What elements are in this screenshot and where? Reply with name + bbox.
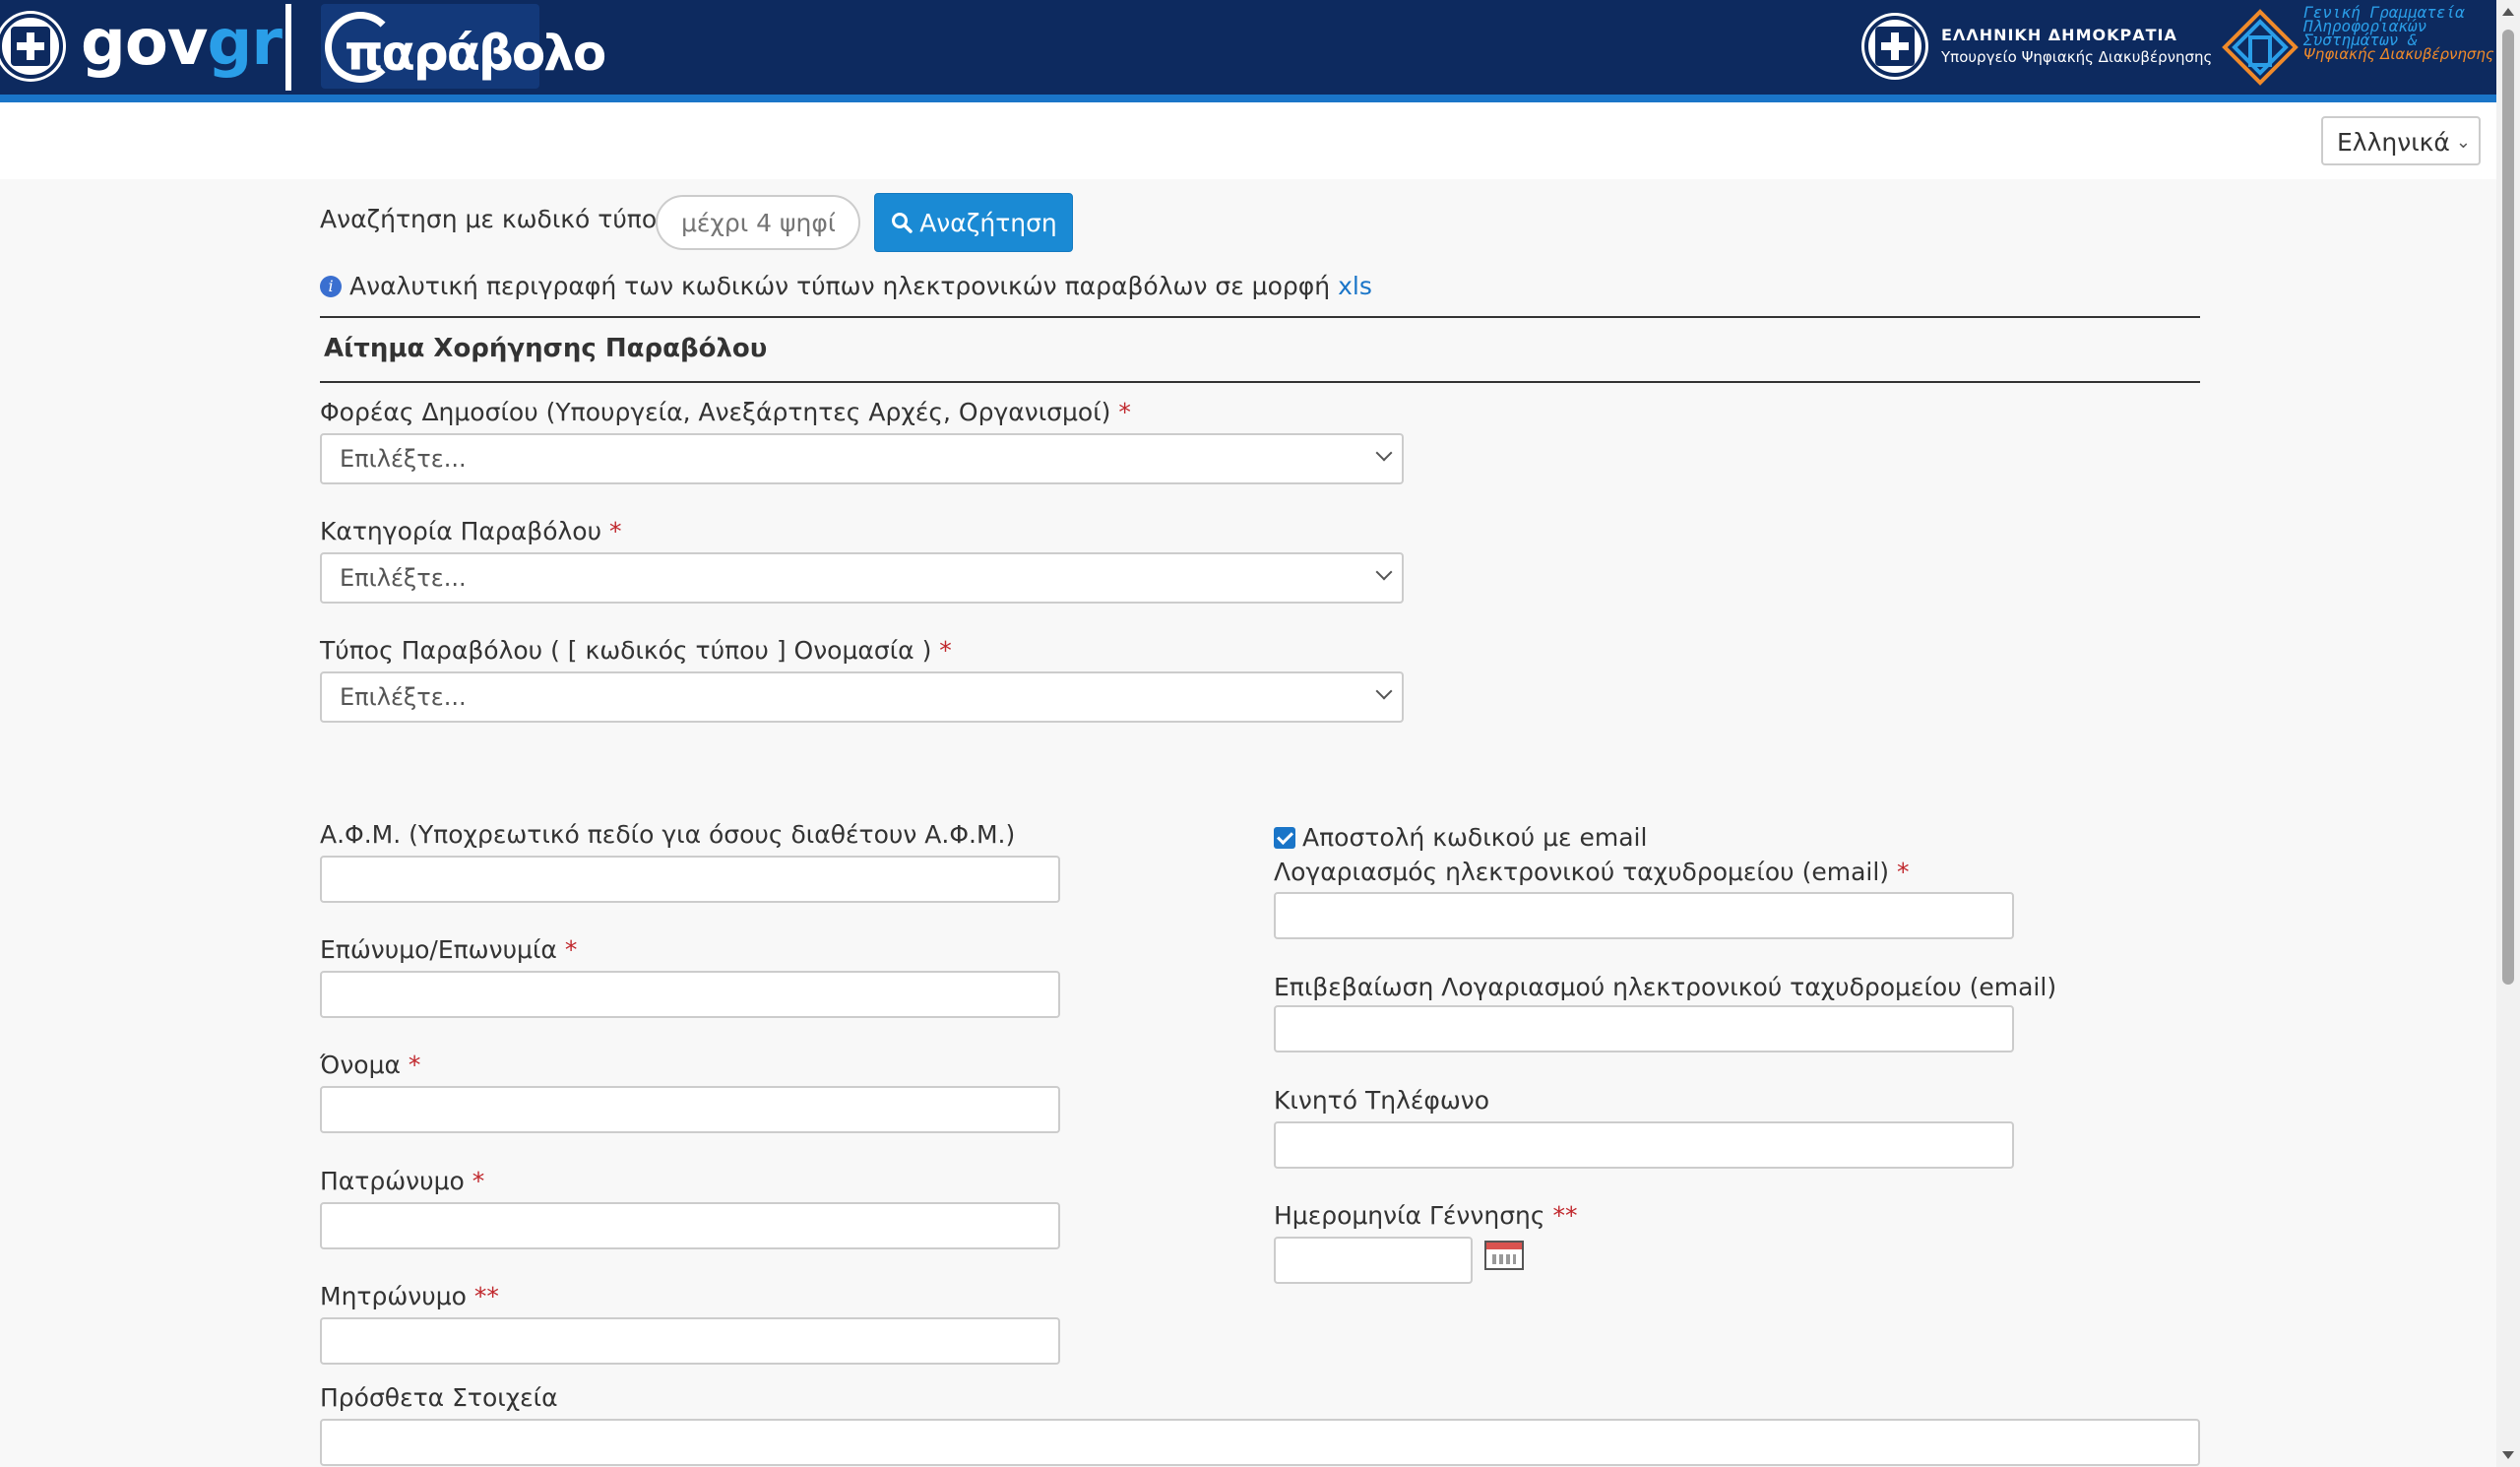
govgr-logo[interactable]: govgr bbox=[81, 4, 283, 83]
mother-name-label: Μητρώνυμο ** bbox=[320, 1282, 499, 1310]
hellenic-republic-seal-icon bbox=[1864, 16, 1925, 77]
category-label: Κατηγορία Παραβόλου * bbox=[320, 517, 622, 545]
first-name-input[interactable] bbox=[320, 1086, 1060, 1133]
send-code-email-checkbox[interactable] bbox=[1274, 827, 1295, 849]
govgr-seal-icon bbox=[0, 14, 63, 79]
search-label: Αναζήτηση με κωδικό τύπου bbox=[320, 205, 671, 233]
chevron-down-icon: ⌄ bbox=[2455, 132, 2471, 153]
email-confirm-label: Επιβεβαίωση Λογαριασμού ηλεκτρονικού ταχ… bbox=[1274, 973, 2057, 1001]
section-header: Αίτημα Χορήγησης Παραβόλου bbox=[320, 316, 2200, 383]
parabolo-logo[interactable]: παράβολο bbox=[321, 4, 606, 89]
info-icon: i bbox=[320, 275, 342, 297]
email-confirm-input[interactable] bbox=[1274, 1005, 2014, 1052]
email-label: Λογαριασμός ηλεκτρονικού ταχυδρομείου (e… bbox=[1274, 858, 1910, 886]
page-scrollbar[interactable] bbox=[2496, 0, 2520, 1467]
gsis-logo-icon bbox=[2222, 9, 2299, 86]
language-select[interactable]: Ελληνικά ⌄ bbox=[2321, 116, 2481, 165]
info-line: i Αναλυτική περιγραφή των κωδικών τύπων … bbox=[320, 272, 1372, 300]
language-bar: Ελληνικά ⌄ bbox=[0, 102, 2496, 179]
email-input[interactable] bbox=[1274, 892, 2014, 939]
search-code-input[interactable] bbox=[656, 195, 860, 250]
category-select[interactable]: Επιλέξτε... bbox=[320, 552, 1404, 604]
search-button[interactable]: Αναζήτηση bbox=[874, 193, 1073, 252]
header-divider bbox=[285, 4, 291, 91]
header-stripe bbox=[0, 95, 2496, 102]
birth-date-input[interactable] bbox=[1274, 1237, 1473, 1284]
afm-input[interactable] bbox=[320, 856, 1060, 903]
section-title: Αίτημα Χορήγησης Παραβόλου bbox=[324, 334, 768, 363]
father-name-label: Πατρώνυμο * bbox=[320, 1167, 485, 1195]
surname-label: Επώνυμο/Επωνυμία * bbox=[320, 935, 578, 964]
xls-download-link[interactable]: xls bbox=[1338, 272, 1372, 300]
gsis-text: Γενική Γραμματεία Πληροφοριακών Συστημάτ… bbox=[2303, 3, 2494, 63]
chevron-down-icon bbox=[1375, 563, 1393, 581]
chevron-down-icon bbox=[1375, 444, 1393, 462]
scrollbar-thumb[interactable] bbox=[2502, 30, 2514, 985]
mother-name-input[interactable] bbox=[320, 1317, 1060, 1365]
extra-info-label: Πρόσθετα Στοιχεία bbox=[320, 1383, 558, 1412]
agency-select[interactable]: Επιλέξτε... bbox=[320, 433, 1404, 484]
afm-label: Α.Φ.Μ. (Υποχρεωτικό πεδίο για όσους διαθ… bbox=[320, 820, 1016, 849]
first-name-label: Όνομα * bbox=[320, 1051, 421, 1079]
scroll-down-arrow-icon[interactable] bbox=[2502, 1451, 2514, 1459]
agency-label: Φορέας Δημοσίου (Υπουργεία, Ανεξάρτητες … bbox=[320, 398, 1131, 426]
calendar-icon[interactable] bbox=[1484, 1241, 1524, 1270]
hellenic-republic-text: ΕΛΛΗΝΙΚΗ ΔΗΜΟΚΡΑΤΙΑ Υπουργείο Ψηφιακής Δ… bbox=[1941, 26, 2213, 66]
mobile-phone-input[interactable] bbox=[1274, 1121, 2014, 1169]
chevron-down-icon bbox=[1375, 682, 1393, 700]
site-header: govgr παράβολο ΕΛΛΗΝΙΚΗ ΔΗΜΟΚΡΑΤΙΑ Υπουρ… bbox=[0, 0, 2496, 95]
extra-info-input[interactable] bbox=[320, 1419, 2200, 1466]
type-select[interactable]: Επιλέξτε... bbox=[320, 671, 1404, 723]
birth-date-label: Ημερομηνία Γέννησης ** bbox=[1274, 1201, 1578, 1230]
type-label: Τύπος Παραβόλου ( [ κωδικός τύπου ] Ονομ… bbox=[320, 636, 952, 665]
father-name-input[interactable] bbox=[320, 1202, 1060, 1249]
send-code-email-label: Αποστολή κωδικού με email bbox=[1302, 823, 1648, 852]
scroll-up-arrow-icon[interactable] bbox=[2502, 8, 2514, 16]
mobile-phone-label: Κινητό Τηλέφωνο bbox=[1274, 1086, 1490, 1115]
surname-input[interactable] bbox=[320, 971, 1060, 1018]
search-icon bbox=[892, 213, 913, 233]
